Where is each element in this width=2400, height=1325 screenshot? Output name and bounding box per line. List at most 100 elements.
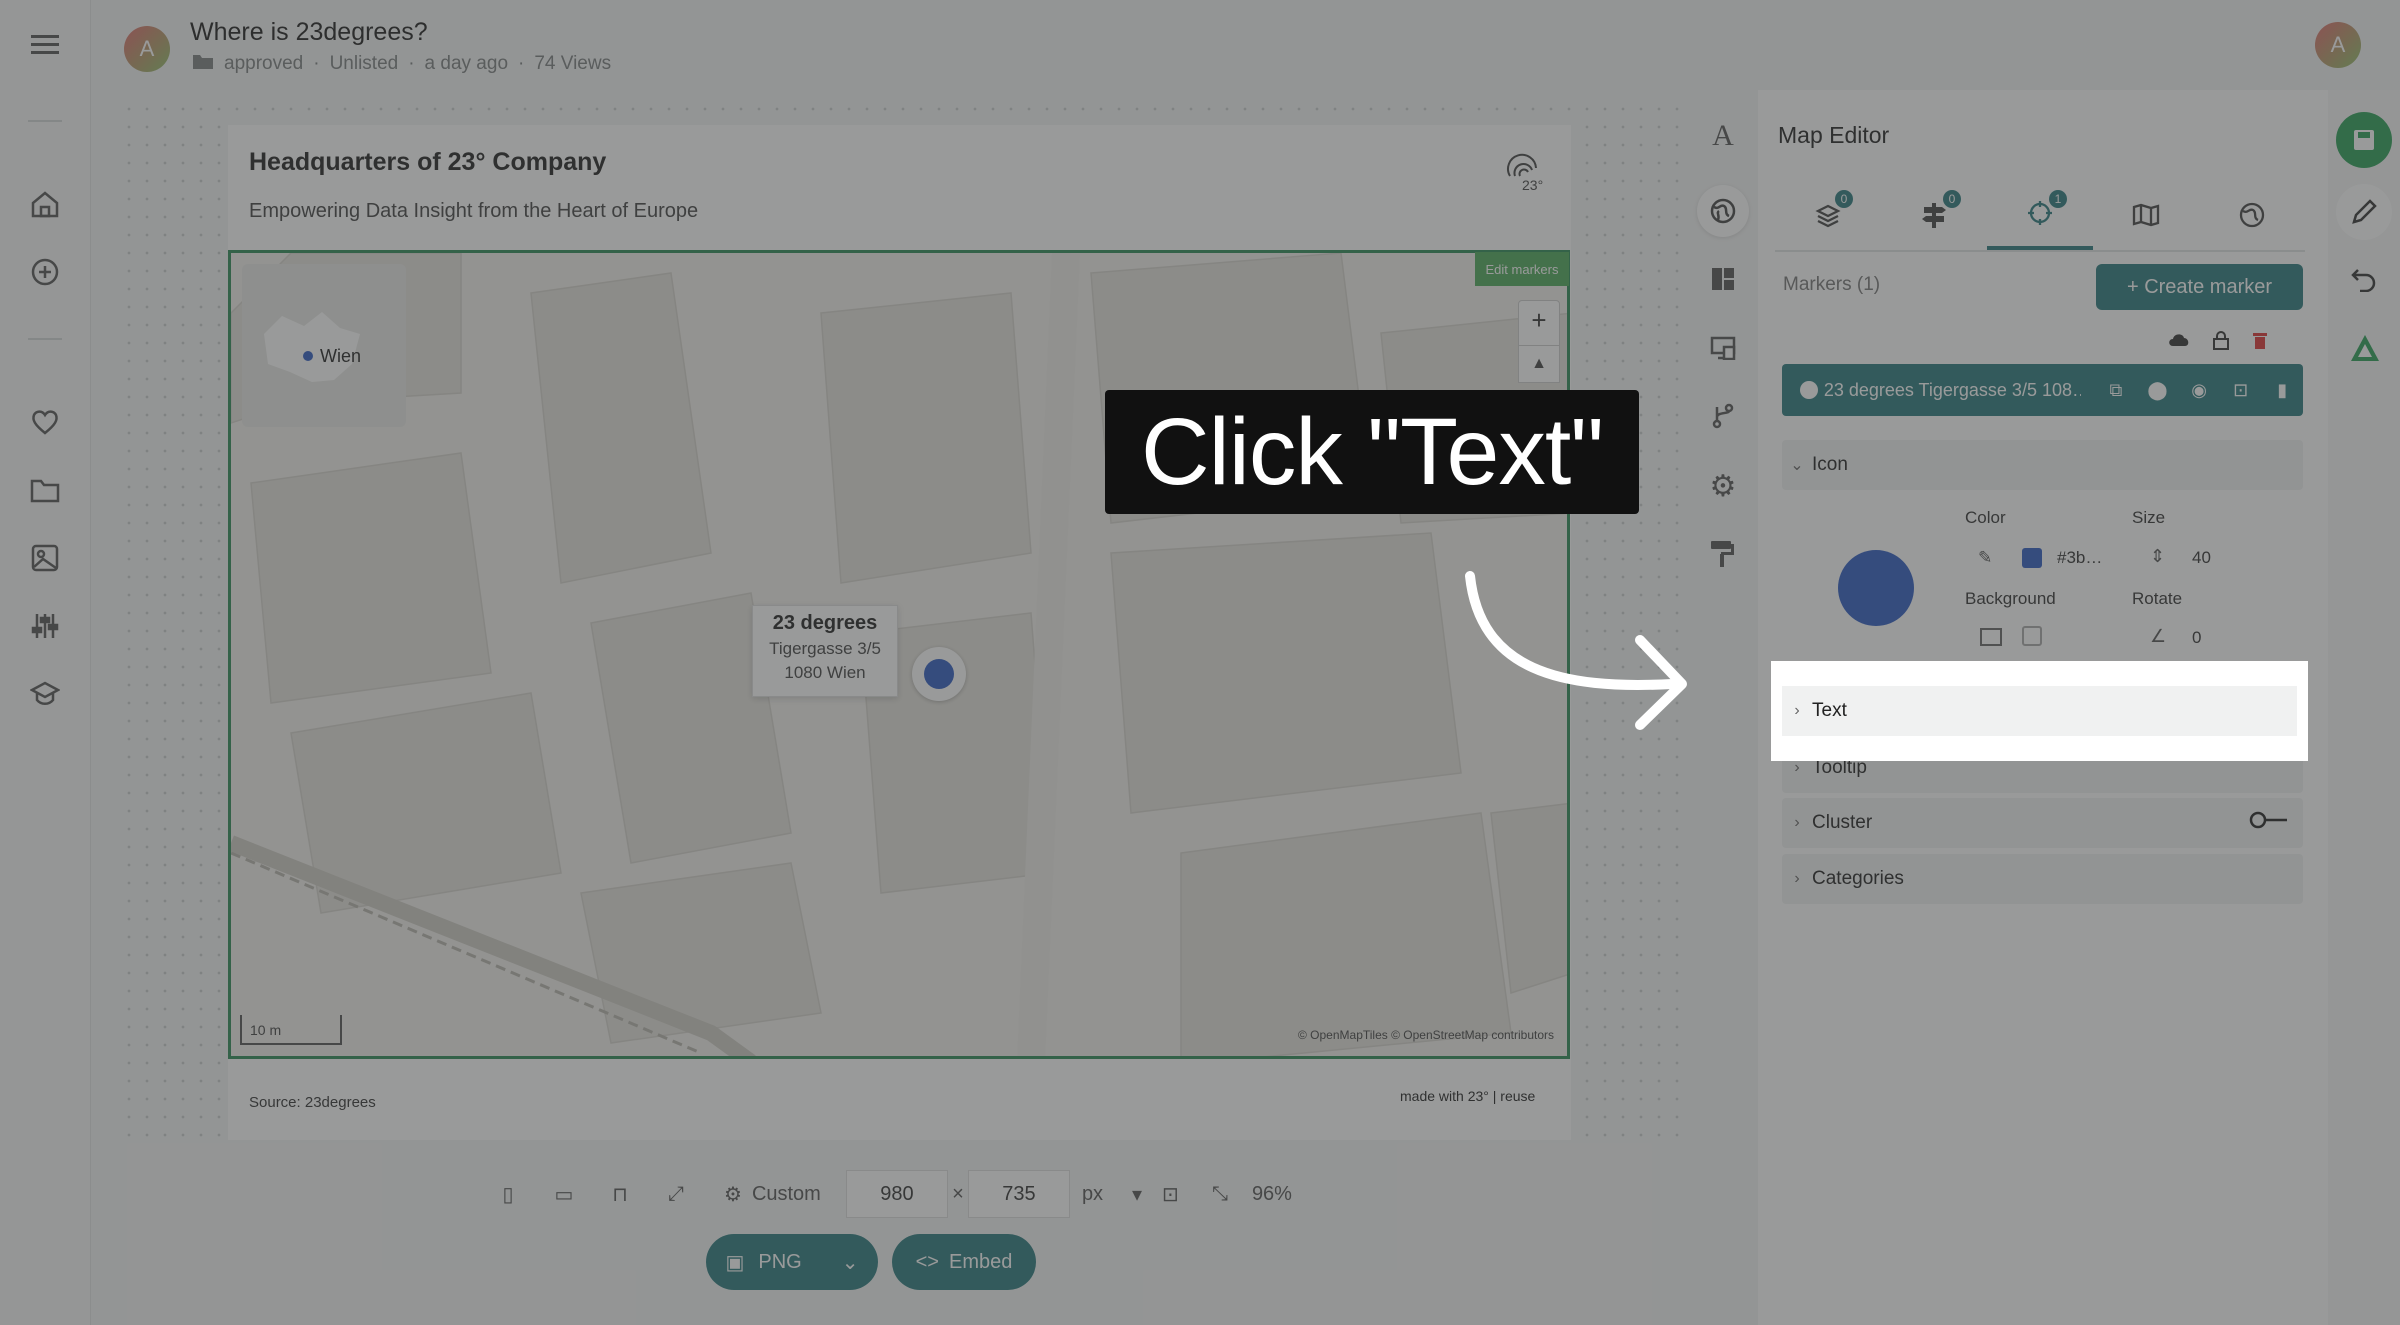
settings-icon[interactable]: ⚙ (1697, 460, 1749, 512)
section-cluster[interactable]: › Cluster (1782, 798, 2303, 848)
paint-roller-icon[interactable] (1697, 528, 1749, 580)
preset-select[interactable]: Custom (752, 1183, 846, 1206)
tab-globe[interactable] (2199, 180, 2305, 250)
size-label: Size (2132, 508, 2166, 527)
laptop-size-icon[interactable]: ⊓ (592, 1182, 648, 1207)
section-label: Categories (1812, 868, 1904, 889)
callout-arrow-icon (1465, 571, 1687, 730)
card-title[interactable]: Headquarters of 23° Company (249, 148, 606, 177)
brand-mark-icon[interactable] (2350, 334, 2380, 367)
svg-text:23°: 23° (1522, 177, 1543, 193)
tab-badge: 0 (1943, 190, 1961, 208)
add-icon[interactable] (25, 252, 65, 292)
tab-map[interactable] (2093, 180, 2199, 250)
view-count: 74 Views (534, 53, 612, 74)
section-text[interactable]: › Text (1782, 686, 2297, 736)
sliders-icon[interactable] (25, 606, 65, 646)
color-value[interactable]: #3b… (2057, 548, 2102, 568)
tab-layers[interactable]: 0 (1775, 180, 1881, 250)
cluster-toggle-icon[interactable] (2249, 810, 2289, 836)
icon-preview (1838, 550, 1914, 626)
home-icon[interactable] (25, 184, 65, 224)
width-input[interactable]: 980 (845, 1170, 948, 1218)
section-categories[interactable]: › Categories (1782, 854, 2303, 904)
folder-icon[interactable] (25, 470, 65, 510)
size-toolbar: ▯ ▭ ⊓ ⤢ ⚙ Custom 980 × 735 px ▾ ⊡ ⤡ 96% (480, 1168, 1340, 1220)
tab-markers[interactable]: 1 (1987, 180, 2093, 250)
duplicate-icon[interactable]: ⧉ (2095, 380, 2137, 401)
background-swatch[interactable] (2022, 626, 2042, 646)
unit-select[interactable]: px (1082, 1183, 1132, 1206)
left-sidebar (0, 0, 91, 1325)
png-export-button[interactable]: ▣ PNG ⌄ (706, 1234, 878, 1290)
meta-dot: · (408, 53, 415, 74)
heart-icon[interactable] (25, 402, 65, 442)
color-label: Color (1965, 508, 2006, 527)
export-device-icon[interactable] (1697, 322, 1749, 374)
eye-icon[interactable]: ◉ (2178, 380, 2220, 401)
embed-button[interactable]: <> Embed (892, 1234, 1036, 1290)
meta-dot: · (313, 53, 320, 74)
chevron-down-icon[interactable]: ▾ (1132, 1182, 1162, 1207)
rotate-icon: ∠ (2150, 626, 2167, 646)
save-icon[interactable] (2336, 112, 2392, 168)
undo-icon[interactable] (2350, 264, 2378, 297)
marker-popup: 23 degrees Tigergasse 3/5 1080 Wien (752, 605, 898, 697)
chevron-down-icon: ⌄ (1790, 457, 1804, 474)
card-subtitle[interactable]: Empowering Data Insight from the Heart o… (249, 200, 698, 223)
zoom-in-icon[interactable]: + (1519, 301, 1559, 339)
edit-pencil-icon[interactable] (2336, 184, 2392, 240)
map-attribution[interactable]: © OpenMapTiles © OpenStreetMap contribut… (1298, 1028, 1554, 1042)
color-swatch[interactable] (2022, 548, 2042, 568)
aspect-lock-icon[interactable]: ⊡ (1162, 1182, 1212, 1207)
size-icon: ⇕ (2150, 546, 2166, 566)
create-marker-button[interactable]: + Create marker (2096, 264, 2303, 310)
typography-icon[interactable]: A (1697, 110, 1749, 162)
section-icon[interactable]: ⌄ Icon (1782, 440, 2303, 490)
png-label: PNG (758, 1250, 802, 1273)
page-title: Where is 23degrees? (190, 18, 428, 46)
user-avatar[interactable]: A (124, 26, 170, 72)
pipette-icon[interactable]: ✎ (1978, 548, 1992, 568)
tutorial-callout: Click "Text" (1105, 390, 1639, 514)
account-avatar[interactable]: A (2315, 22, 2361, 68)
visibility: Unlisted (329, 53, 399, 74)
folder-name[interactable]: approved (224, 53, 303, 75)
unlock-icon[interactable]: ⊡ (2220, 380, 2262, 401)
branch-icon[interactable] (1697, 390, 1749, 442)
map-marker[interactable] (912, 647, 966, 701)
tab-signpost[interactable]: 0 (1881, 180, 1987, 250)
learn-icon[interactable] (25, 674, 65, 714)
chevron-down-icon[interactable]: ⌄ (842, 1250, 859, 1275)
source-note[interactable]: Source: 23degrees (249, 1094, 376, 1111)
made-with-link[interactable]: made with 23° | reuse (1400, 1088, 1535, 1104)
phone-size-icon[interactable]: ▯ (480, 1182, 536, 1207)
edit-markers-button[interactable]: Edit markers (1475, 252, 1569, 286)
trash-icon[interactable]: ▮ (2261, 380, 2303, 401)
marker-list-item[interactable]: 23 degrees Tigergasse 3/5 108… ⧉ ⬤ ◉ ⊡ ▮ (1782, 364, 2303, 416)
height-input[interactable]: 735 (967, 1170, 1070, 1218)
divider (28, 338, 62, 340)
editor-tool-rail: A ⚙ (1697, 110, 1749, 570)
menu-icon[interactable] (25, 25, 65, 65)
zoom-level[interactable]: 96% (1252, 1183, 1292, 1206)
size-value[interactable]: 40 (2192, 548, 2211, 568)
times-sign: × (952, 1182, 964, 1205)
fullscreen-icon[interactable]: ⤢ (648, 1183, 704, 1206)
background-toggle-icon[interactable] (1980, 628, 2002, 646)
compass-icon[interactable]: ▲ (1518, 345, 1560, 383)
fit-icon[interactable]: ⤡ (1212, 1183, 1252, 1206)
layout-icon[interactable] (1697, 253, 1749, 305)
lock-icon[interactable] (2212, 330, 2230, 355)
embed-label: Embed (948, 1250, 1013, 1273)
delete-all-icon[interactable] (2252, 330, 2268, 355)
tab-badge: 1 (2049, 190, 2067, 208)
image-icon[interactable] (25, 538, 65, 578)
pin-icon[interactable]: ⬤ (2137, 380, 2179, 401)
tablet-size-icon[interactable]: ▭ (536, 1182, 592, 1207)
marker-dot-icon (1800, 381, 1818, 399)
rotate-value[interactable]: 0 (2192, 628, 2201, 648)
map-view[interactable] (228, 250, 1570, 1059)
globe-icon[interactable] (1697, 185, 1749, 237)
cloud-icon[interactable] (2168, 330, 2190, 355)
